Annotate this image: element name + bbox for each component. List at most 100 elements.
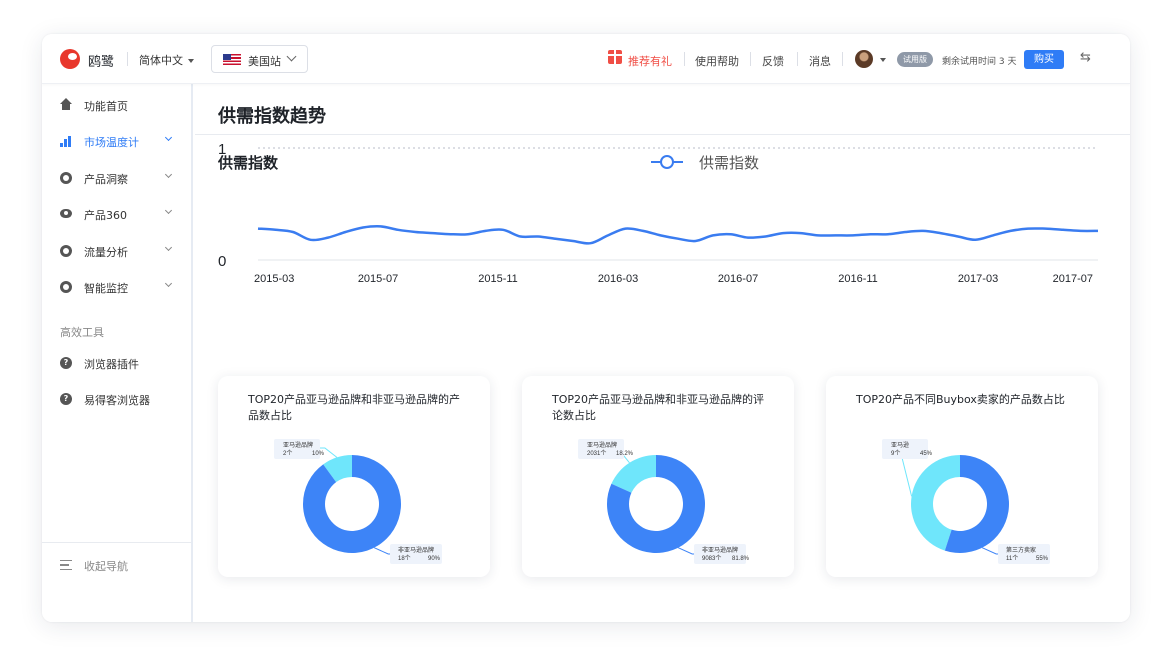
supply-demand-chart: 供需指数 供需指数 1 0 2015-03 2015-07 2015-11 2016-03 20… [195,135,1130,375]
disc-icon [60,281,72,293]
sidebar-item-browser-plugin[interactable]: ? 浏览器插件 [42,348,191,378]
header-divider [797,52,798,66]
sidebar-item-label: 产品洞察 [84,173,128,186]
pie-slice-major [303,455,401,553]
leader-line [677,547,694,555]
main-content: 供需指数趋势 供需指数 供需指数 1 0 2015-03 2015-07 2015-11 20… [195,84,1130,622]
user-avatar[interactable] [855,50,873,68]
chevron-down-icon [164,206,173,215]
language-label: 简体中文 [139,54,183,67]
pie-card-title: TOP20产品亚马逊品牌和非亚马逊品牌的评论数占比 [552,393,765,422]
sidebar-divider [42,542,191,543]
help-link[interactable]: 使用帮助 [695,53,739,69]
home-icon-body [62,104,70,110]
us-flag-icon [223,54,241,65]
chevron-down-icon [164,133,173,142]
legend-label: 供需指数 [699,155,759,172]
slice-label-count: 2个 [283,450,292,457]
feedback-link[interactable]: 反馈 [762,53,784,69]
x-tick-label: 2015-07 [358,273,398,285]
sidebar-item-smart-monitor[interactable]: 智能监控 [42,272,191,302]
sidebar-item-label: 易得客浏览器 [84,394,150,407]
pie-card: 亚马逊品牌 2031个 18.2% 非亚马逊品牌 9083个 81.8% TOP20产品亚… [522,376,794,577]
leader-line [373,547,390,555]
slice-label-name: 非亚马逊品牌 [702,546,738,554]
brand-name[interactable]: 鸥鹭 [88,51,114,70]
eye-icon [60,209,72,218]
sidebar-item-product-insight[interactable]: 产品洞察 [42,163,191,193]
sidebar-item-label: 功能首页 [84,100,128,113]
x-tick-label: 2017-07 [1053,273,1093,285]
chevron-down-icon [164,243,173,252]
header-divider [684,52,685,66]
trial-remaining-text: 剩余试用时间 3 天 [942,57,1017,67]
legend-marker [660,155,674,169]
x-tick-label: 2016-07 [718,273,758,285]
site-selector[interactable]: 美国站 [211,45,308,73]
pie-cards: 亚马逊品牌 2个 10% 非亚马逊品牌 18个 90% TOP20产品亚马逊品牌和非亚马逊… [195,376,1130,586]
collapse-nav-button[interactable]: 收起导航 [42,550,191,580]
disc-icon [60,245,72,257]
slice-label-count: 2031个 [587,450,606,457]
sidebar-item-label: 市场温度计 [84,136,139,149]
top-header: 鸥鹭 简体中文 美国站 推荐有礼 使用帮助 反馈 消息 试用版 剩余试用时间 3… [42,34,1130,84]
chevron-down-icon [164,279,173,288]
sidebar-item-market-thermometer[interactable]: 市场温度计 [42,126,191,156]
slice-label-count: 11个 [1006,555,1018,562]
slice-label-count: 9个 [891,450,900,457]
buy-button[interactable]: 购买 [1024,50,1064,69]
sidebar-item-product-360[interactable]: 产品360 [42,199,191,229]
brand-logo-icon[interactable] [60,49,80,69]
messages-link[interactable]: 消息 [809,53,831,69]
sidebar: 功能首页 市场温度计 产品洞察 产品360 流量分析 智能监控 高效工具 ? 浏… [42,84,193,622]
slice-label-percent: 45% [920,451,933,457]
pie-card: 亚马逊品牌 2个 10% 非亚马逊品牌 18个 90% TOP20产品亚马逊品牌和非亚马逊… [218,376,490,577]
slice-label-name: 亚马逊品牌 [587,441,617,449]
sidebar-item-traffic-analysis[interactable]: 流量分析 [42,236,191,266]
slice-label-percent: 10% [312,451,325,457]
slice-label-percent: 81.8% [732,556,750,562]
app-window: 鸥鹭 简体中文 美国站 推荐有礼 使用帮助 反馈 消息 试用版 剩余试用时间 3… [42,34,1130,622]
slice-label-count: 9083个 [702,555,721,562]
x-tick-label: 2016-03 [598,273,638,285]
slice-label-name: 非亚马逊品牌 [398,546,434,554]
language-selector[interactable]: 简体中文 [139,52,194,68]
sidebar-item-home[interactable]: 功能首页 [42,90,191,120]
sidebar-item-label: 流量分析 [84,246,128,259]
y-tick-label: 0 [218,253,226,270]
header-divider [842,52,843,66]
collapse-nav-label: 收起导航 [84,560,128,573]
line-chart-svg: 供需指数 供需指数102015-03 2015-07 2015-11 2016-03 20… [217,141,1099,285]
chevron-down-icon [164,170,173,179]
caret-down-icon[interactable] [880,58,886,62]
slice-label-count: 18个 [398,555,411,562]
caret-down-icon [188,59,194,63]
site-label: 美国站 [248,55,281,68]
page-title: 供需指数趋势 [218,106,326,127]
sidebar-item-browser[interactable]: ? 易得客浏览器 [42,384,191,414]
chevron-down-icon [286,51,297,62]
pie-card-title: TOP20产品不同Buybox卖家的产品数占比 [856,393,1065,406]
pie-card: 亚马逊 9个 45% 第三方卖家 11个 55% TOP20产品不同Buybox卖家的产品… [826,376,1098,577]
bar-chart-icon [60,135,72,147]
leader-line [981,547,998,555]
slice-label-percent: 55% [1036,556,1049,562]
slice-label-name: 亚马逊品牌 [283,441,313,449]
sidebar-item-label: 智能监控 [84,282,128,295]
y-tick-label: 1 [218,141,226,158]
referral-link[interactable]: 推荐有礼 [628,53,672,69]
slice-label-percent: 18.2% [616,451,634,457]
header-divider [750,52,751,66]
gift-icon[interactable] [608,50,622,64]
x-tick-label: 2015-03 [254,273,294,285]
x-tick-label: 2015-11 [478,273,518,285]
help-circle-icon: ? [60,393,72,405]
disc-icon [60,172,72,184]
x-tick-label: 2017-03 [958,273,998,285]
slice-label-percent: 90% [428,556,441,562]
slice-label-name: 第三方卖家 [1006,546,1036,554]
sidebar-item-label: 浏览器插件 [84,358,139,371]
swap-icon[interactable]: ⇆ [1080,51,1096,65]
collapse-menu-icon [60,560,72,570]
sidebar-item-label: 产品360 [84,209,127,222]
